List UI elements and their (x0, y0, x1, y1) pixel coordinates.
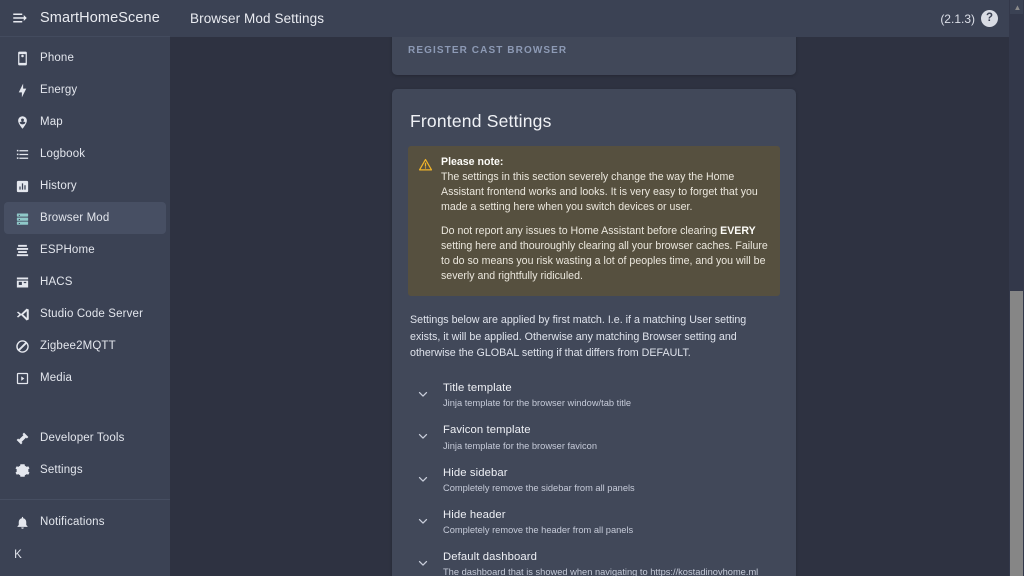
help-circle-icon[interactable]: ? (981, 10, 998, 27)
sidebar-item-label: Settings (40, 464, 83, 476)
alert-triangle-icon (418, 157, 433, 177)
sidebar-item-history[interactable]: History (4, 170, 166, 202)
sidebar-item-zigbee2mqtt[interactable]: Zigbee2MQTT (4, 330, 166, 362)
sidebar-item-logbook[interactable]: Logbook (4, 138, 166, 170)
scroll-container[interactable]: REGISTER CAST BROWSER Frontend Settings (170, 27, 1024, 576)
sidebar-item-energy[interactable]: Energy (4, 74, 166, 106)
sidebar-item-label: Energy (40, 84, 78, 96)
sidebar-item-developer-tools[interactable]: Developer Tools (4, 422, 166, 454)
sidebar-item-label: HACS (40, 276, 73, 288)
sidebar-user-profile[interactable]: K (0, 538, 170, 572)
zigbee-icon (4, 330, 40, 362)
chevron-down-icon (416, 472, 432, 486)
sidebar-title: SmartHomeScene (40, 10, 160, 26)
window-scrollbar[interactable]: ▲ (1009, 0, 1024, 576)
please-note-heading: Please note: (441, 156, 504, 168)
sidebar-item-media[interactable]: Media (4, 362, 166, 394)
setting-title: Hide sidebar (443, 466, 508, 479)
setting-title: Default dashboard (443, 551, 538, 564)
play-box-icon (4, 362, 40, 394)
setting-title: Hide header (443, 508, 506, 521)
please-note-callout: Please note: The settings in this sectio… (408, 146, 780, 297)
please-note-emphasis: EVERY (720, 225, 756, 238)
sidebar-nav-list: Phone Energy Map Logbook History Browser… (0, 37, 170, 493)
sidebar-item-map[interactable]: Map (4, 106, 166, 138)
app-root: SmartHomeScene Phone Energy Map Logbook … (0, 0, 1024, 576)
avatar: K (14, 549, 22, 561)
sidebar-item-studio-code-server[interactable]: Studio Code Server (4, 298, 166, 330)
sidebar-item-label: Media (40, 372, 73, 384)
setting-description: The dashboard that is showed when naviga… (443, 567, 759, 576)
sidebar-item-notifications[interactable]: Notifications (4, 506, 166, 538)
setting-row-hide-header[interactable]: Hide header Completely remove the header… (408, 500, 780, 542)
chevron-down-icon (416, 429, 432, 443)
setting-description: Jinja template for the browser favicon (443, 440, 597, 451)
cellphone-icon (4, 42, 40, 74)
sidebar-item-browser-mod[interactable]: Browser Mod (4, 202, 166, 234)
scrollbar-up-button[interactable]: ▲ (1010, 0, 1023, 14)
sidebar-item-label: Logbook (40, 148, 86, 160)
page-title: Browser Mod Settings (190, 11, 325, 26)
sidebar-item-label: Developer Tools (40, 432, 125, 444)
sidebar-item-label: History (40, 180, 77, 192)
please-note-paragraph-1: The settings in this section severely ch… (441, 171, 758, 214)
sidebar-bottom: Notifications K (0, 493, 170, 576)
map-marker-account-icon (4, 106, 40, 138)
setting-row-favicon-template[interactable]: Favicon template Jinja template for the … (408, 415, 780, 457)
setting-description: Completely remove the header from all pa… (443, 525, 634, 536)
sidebar-item-phone[interactable]: Phone (4, 42, 166, 74)
setting-row-hide-sidebar[interactable]: Hide sidebar Completely remove the sideb… (408, 458, 780, 500)
chevron-down-icon (416, 514, 432, 528)
please-note-text: Please note: The settings in this sectio… (441, 155, 768, 284)
server-icon (4, 202, 40, 234)
sidebar-item-hacs[interactable]: HACS (4, 266, 166, 298)
menu-open-icon[interactable] (0, 0, 40, 37)
lightning-bolt-icon (4, 74, 40, 106)
frontend-settings-title: Frontend Settings (410, 111, 552, 131)
content-area: Browser Mod Settings (2.1.3) ? REGISTER … (170, 0, 1024, 576)
storefront-icon (4, 266, 40, 298)
setting-row-default-dashboard[interactable]: Default dashboard The dashboard that is … (408, 542, 780, 576)
setting-title: Favicon template (443, 424, 531, 437)
sidebar-item-label: Phone (40, 52, 75, 64)
sidebar-divider (0, 499, 170, 500)
sidebar-item-label: Studio Code Server (40, 308, 144, 320)
bell-icon (4, 506, 40, 538)
settings-column: REGISTER CAST BROWSER Frontend Settings (392, 5, 796, 576)
sidebar-item-label: Browser Mod (40, 212, 110, 224)
cog-icon (4, 454, 40, 486)
sidebar-item-label: Zigbee2MQTT (40, 340, 116, 352)
hammer-icon (4, 422, 40, 454)
sidebar-item-label: Notifications (40, 516, 105, 528)
setting-description: Jinja template for the browser window/ta… (443, 398, 632, 409)
setting-row-title-template[interactable]: Title template Jinja template for the br… (408, 373, 780, 415)
version-label: (2.1.3) (940, 11, 975, 26)
please-note-paragraph-2a: Do not report any issues to Home Assista… (441, 225, 721, 238)
please-note-paragraph-2b: setting here and thouroughly clearing al… (441, 240, 768, 283)
settings-explanation: Settings below are applied by first matc… (410, 314, 747, 359)
chart-box-icon (4, 170, 40, 202)
chevron-down-icon (416, 556, 432, 570)
chevron-down-icon (416, 387, 432, 401)
header-actions: (2.1.3) ? (940, 10, 1012, 27)
setting-title: Title template (443, 382, 512, 395)
chip-icon (4, 234, 40, 266)
sidebar-item-settings[interactable]: Settings (4, 454, 166, 486)
sidebar-item-label: ESPHome (40, 244, 95, 256)
sidebar-item-esphome[interactable]: ESPHome (4, 234, 166, 266)
sidebar: SmartHomeScene Phone Energy Map Logbook … (0, 0, 170, 576)
sidebar-header: SmartHomeScene (0, 0, 170, 37)
format-list-bulleted-icon (4, 138, 40, 170)
scrollbar-thumb[interactable] (1010, 291, 1023, 576)
sidebar-item-label: Map (40, 116, 63, 128)
frontend-settings-card: Frontend Settings Please note: The setti… (392, 89, 796, 576)
page-header: Browser Mod Settings (2.1.3) ? (170, 0, 1024, 37)
setting-description: Completely remove the sidebar from all p… (443, 482, 635, 493)
vscode-icon (4, 298, 40, 330)
